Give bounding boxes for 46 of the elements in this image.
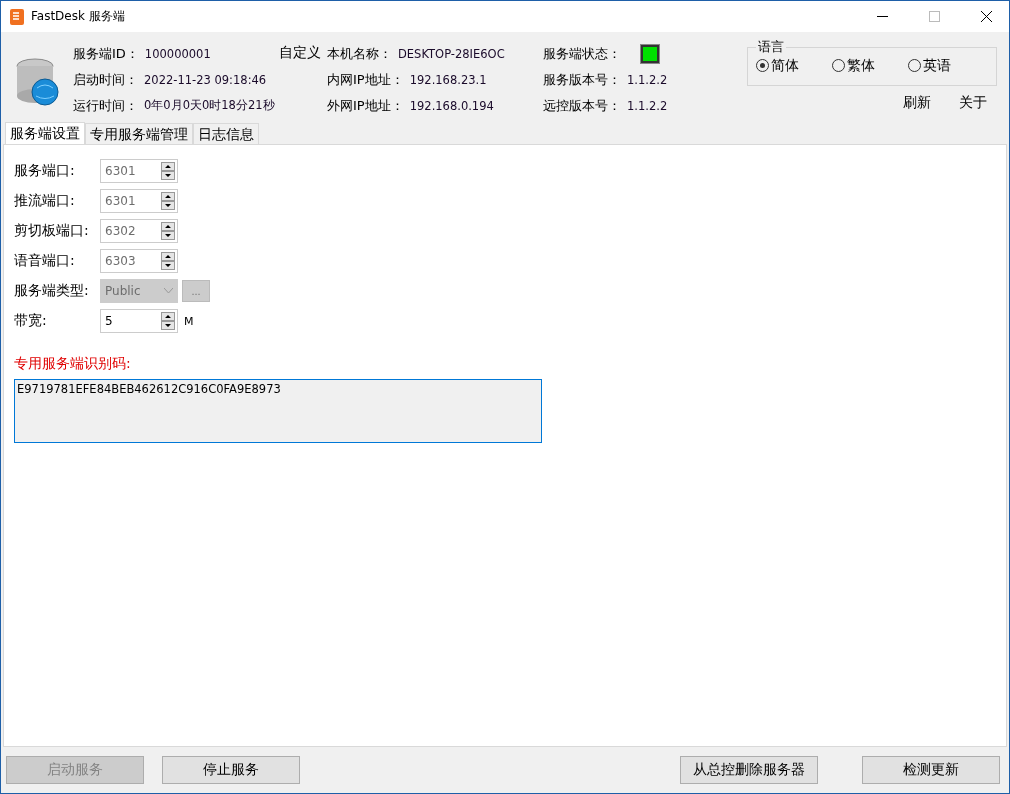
id-code-field[interactable]: E9719781EFE84BEB462612C916C0FA9E8973 [14, 379, 542, 443]
window-title: FastDesk 服务端 [31, 8, 126, 25]
language-radio[interactable]: 繁体 [832, 56, 908, 75]
tab[interactable]: 专用服务端管理 [85, 123, 193, 144]
customize-link[interactable]: 自定义 [279, 44, 321, 62]
field-label: 服务端口: [14, 162, 76, 180]
tab[interactable]: 服务端设置 [5, 122, 85, 145]
spin-arrows-icon[interactable] [161, 312, 175, 330]
info-label: 服务端ID： [73, 44, 139, 63]
database-globe-icon [15, 56, 59, 108]
tab[interactable]: 日志信息 [193, 123, 259, 144]
info-value: 192.168.23.1 [409, 72, 487, 87]
info-label: 内网IP地址： [327, 70, 404, 89]
action-button[interactable]: 停止服务 [162, 756, 300, 784]
field-label: 带宽: [14, 312, 48, 330]
info-label: 服务端状态： [543, 44, 621, 63]
info-label: 外网IP地址： [327, 96, 404, 115]
info-label: 启动时间： [73, 70, 138, 89]
field-label: 推流端口: [14, 192, 76, 210]
close-icon[interactable] [980, 11, 992, 22]
field-label: 服务端类型: [14, 282, 90, 300]
info-value: 1.1.2.2 [627, 72, 668, 87]
id-code-label: 专用服务端识别码: [14, 355, 132, 373]
field-label: 剪切板端口: [14, 222, 90, 240]
info-value: 0年0月0天0时18分21秒 [144, 98, 275, 113]
language-radio[interactable]: 简体 [756, 56, 832, 75]
app-icon [9, 7, 25, 26]
header-link[interactable]: 刷新 [903, 94, 931, 112]
unit-label: M [184, 314, 194, 328]
info-label: 远控版本号： [543, 96, 621, 115]
group-title: 语言 [757, 38, 785, 56]
language-radio[interactable]: 英语 [908, 56, 984, 75]
action-button[interactable]: 从总控删除服务器 [680, 756, 818, 784]
info-label: 本机名称： [327, 44, 392, 63]
action-button[interactable]: 检测更新 [862, 756, 1000, 784]
header-link[interactable]: 关于 [959, 94, 987, 112]
info-value: 100000001 [144, 46, 211, 61]
info-value: 1.1.2.2 [627, 98, 668, 113]
minimize-icon[interactable] [876, 15, 888, 18]
info-value: 2022-11-23 09:18:46 [144, 72, 267, 87]
info-label: 服务版本号： [543, 70, 621, 89]
field-label: 语音端口: [14, 252, 76, 270]
info-value: 192.168.0.194 [409, 98, 494, 113]
info-label: 运行时间： [73, 96, 138, 115]
info-value: DESKTOP-28IE6OC [398, 46, 505, 61]
spin-field[interactable]: 5 [100, 309, 178, 333]
